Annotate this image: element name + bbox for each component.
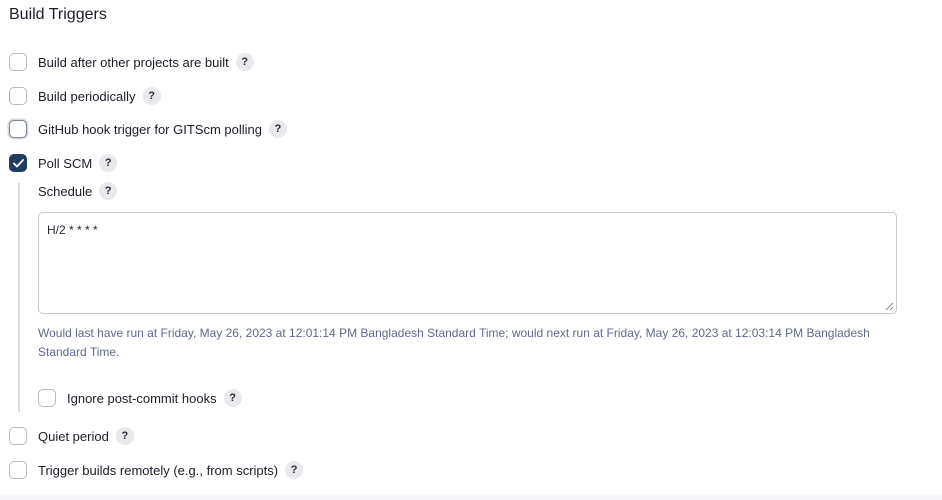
schedule-hint: Would last have run at Friday, May 26, 2… xyxy=(38,326,870,359)
checkbox-label[interactable]: Quiet period xyxy=(38,429,109,444)
help-icon[interactable]: ? xyxy=(223,389,242,407)
help-icon[interactable]: ? xyxy=(142,87,161,105)
checkbox-label[interactable]: Ignore post-commit hooks xyxy=(67,391,217,406)
ignore-post-commit-hooks[interactable]: Ignore post-commit hooks ? xyxy=(38,389,242,407)
nested-section-bar xyxy=(18,183,20,412)
schedule-label: Schedule xyxy=(38,183,93,199)
help-icon[interactable]: ? xyxy=(99,154,118,172)
section-title: Build Triggers xyxy=(9,6,107,23)
checkbox-label[interactable]: Poll SCM xyxy=(38,156,92,171)
checkbox-label[interactable]: GitHub hook trigger for GITScm polling xyxy=(38,122,262,137)
checkbox[interactable] xyxy=(9,427,27,445)
schedule-field-label: Schedule ? xyxy=(38,182,118,200)
checkbox-label[interactable]: Build after other projects are built xyxy=(38,55,229,70)
checkbox[interactable] xyxy=(9,53,27,71)
checkbox[interactable] xyxy=(9,87,27,105)
trigger-quiet-period[interactable]: Quiet period ? xyxy=(9,427,134,445)
schedule-value[interactable]: H/2 * * * * xyxy=(47,223,98,237)
trigger-build-after-other-projects[interactable]: Build after other projects are built ? xyxy=(9,53,254,71)
checkbox-label[interactable]: Trigger builds remotely (e.g., from scri… xyxy=(38,463,278,478)
checkbox-checked[interactable] xyxy=(9,154,27,172)
trigger-github-hook[interactable]: GitHub hook trigger for GITScm polling ? xyxy=(9,120,287,138)
help-icon[interactable]: ? xyxy=(268,120,287,138)
schedule-textarea[interactable]: H/2 * * * * xyxy=(38,212,897,314)
checkbox[interactable] xyxy=(38,389,56,407)
trigger-poll-scm[interactable]: Poll SCM ? xyxy=(9,154,118,172)
resize-grip-icon[interactable] xyxy=(884,301,894,311)
help-icon[interactable]: ? xyxy=(99,182,118,200)
checkbox[interactable] xyxy=(9,120,27,138)
help-icon[interactable]: ? xyxy=(235,53,254,71)
help-icon[interactable]: ? xyxy=(285,461,304,479)
checkmark-icon xyxy=(12,158,24,167)
help-icon[interactable]: ? xyxy=(115,427,134,445)
bottom-divider xyxy=(0,494,942,500)
trigger-builds-remotely[interactable]: Trigger builds remotely (e.g., from scri… xyxy=(9,461,304,479)
checkbox[interactable] xyxy=(9,461,27,479)
trigger-build-periodically[interactable]: Build periodically ? xyxy=(9,87,161,105)
checkbox-label[interactable]: Build periodically xyxy=(38,89,136,104)
